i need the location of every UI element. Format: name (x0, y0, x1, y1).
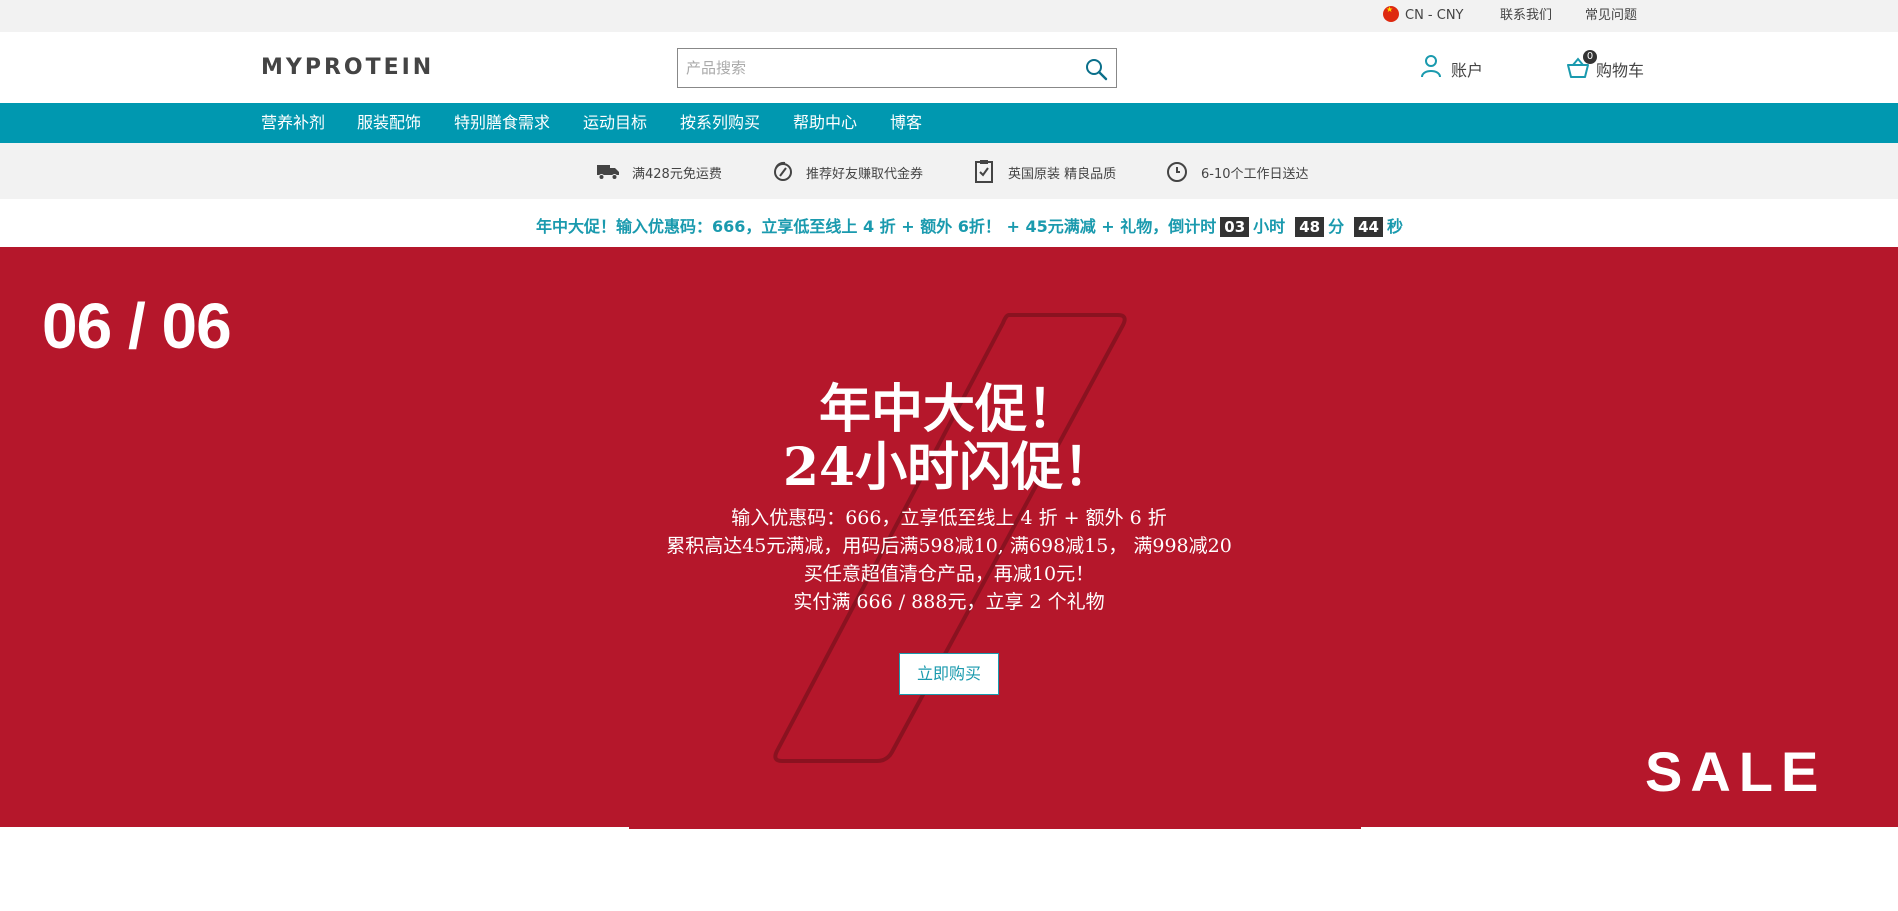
nav-item-help[interactable]: 帮助中心 (793, 103, 857, 143)
search-icon[interactable] (1084, 57, 1108, 81)
nav-item-nutrition[interactable]: 营养补剂 (261, 103, 325, 143)
search-input[interactable] (678, 49, 1073, 87)
benefit-label: 6-10个工作日送达 (1201, 167, 1309, 182)
nav-item-special-diet[interactable]: 特别膳食需求 (454, 103, 550, 143)
clock-icon (1167, 162, 1187, 182)
search-box (677, 48, 1117, 88)
cart-count-badge: 0 (1583, 50, 1597, 64)
benefits-bar: 满428元免运费 推荐好友赚取代金券 英国原装 精良品质 6-10个工作日送达 (0, 143, 1898, 199)
cart-label: 购物车 (1596, 61, 1645, 80)
locale-label: CN - CNY (1405, 8, 1464, 23)
main-nav: 营养补剂 服装配饰 特别膳食需求 运动目标 按系列购买 帮助中心 博客 (0, 103, 1898, 143)
promo-banner[interactable]: 年中大促！输入优惠码：666，立享低至线上 4 折 + 额外 6折！ + 45元… (0, 199, 1898, 247)
hero-sub-line4: 实付满 666 / 888元，立享 2 个礼物 (793, 591, 1105, 613)
nav-item-blog[interactable]: 博客 (890, 103, 922, 143)
countdown-hours-unit: 小时 (1253, 217, 1286, 236)
hero-bottom-divider (629, 827, 1361, 829)
hero-date: 06 / 06 (42, 290, 232, 362)
countdown-minutes-unit: 分 (1328, 217, 1345, 236)
countdown-hours: 03 (1220, 217, 1250, 237)
promo-message: 年中大促！输入优惠码：666，立享低至线上 4 折 + 额外 6折！ + 45元… (536, 217, 1217, 236)
shop-now-button[interactable]: 立即购买 (899, 653, 999, 695)
voucher-icon (774, 161, 792, 181)
china-flag-icon (1383, 5, 1399, 22)
sale-logo: SALE (1645, 740, 1827, 803)
clipboard-check-icon (975, 160, 993, 183)
hero-banner[interactable]: 06 / 06 年中大促！ 24小时闪促！ 输入优惠码：666，立享低至线上 4… (0, 247, 1898, 827)
countdown-seconds: 44 (1354, 217, 1383, 237)
utility-bar: CN - CNY 联系我们 常见问题 (0, 0, 1898, 32)
benefit-label: 满428元免运费 (632, 167, 722, 182)
promo-text: 年中大促！输入优惠码：666，立享低至线上 4 折 + 额外 6折！ + 45元… (536, 213, 1403, 237)
account-label: 账户 (1451, 61, 1484, 80)
nav-item-clothing[interactable]: 服装配饰 (357, 103, 421, 143)
hero-sub-line3: 买任意超值清仓产品，再减10元！ (803, 563, 1095, 585)
benefit-label: 推荐好友赚取代金券 (806, 167, 924, 182)
faq-link[interactable]: 常见问题 (1585, 0, 1637, 32)
hero-title-line2: 24小时闪促！ (782, 437, 1116, 498)
hero-sub-line1: 输入优惠码：666，立享低至线上 4 折 + 额外 6 折 (731, 507, 1167, 529)
nav-item-goals[interactable]: 运动目标 (583, 103, 647, 143)
nav-item-series[interactable]: 按系列购买 (680, 103, 760, 143)
countdown-seconds-unit: 秒 (1386, 217, 1403, 236)
user-icon (1421, 55, 1441, 78)
countdown-minutes: 48 (1295, 217, 1325, 237)
hero-sub-line2: 累积高达45元满减，用码后满598减10, 满698减15， 满998减20 (666, 535, 1232, 557)
locale-selector[interactable]: CN - CNY (1383, 0, 1464, 32)
truck-icon (597, 165, 619, 180)
contact-link[interactable]: 联系我们 (1500, 0, 1552, 32)
site-header: MYPROTEIN 账户 0 购物车 (0, 32, 1898, 103)
myprotein-logo[interactable]: MYPROTEIN (261, 55, 434, 80)
benefit-label: 英国原装 精良品质 (1008, 167, 1117, 182)
